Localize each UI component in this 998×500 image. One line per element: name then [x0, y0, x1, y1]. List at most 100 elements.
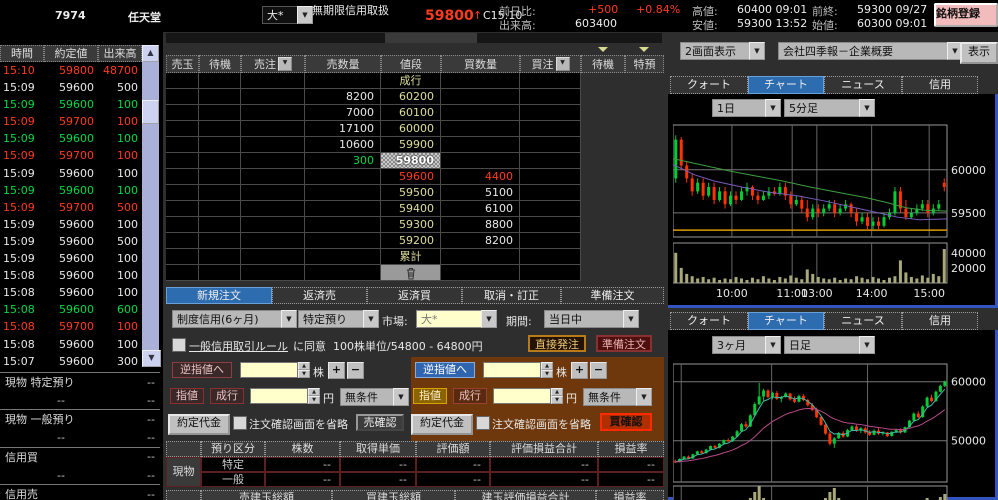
chart2-interval-select[interactable]: 日足 ▼ [784, 336, 875, 354]
buy-qty-cell[interactable] [441, 121, 520, 137]
buy-qty-cell[interactable]: 8800 [441, 217, 520, 233]
order-tab[interactable]: 取消・訂正 [462, 287, 561, 304]
sell-qty-cell[interactable] [305, 185, 381, 201]
chevron-down-icon[interactable]: ▼ [556, 57, 570, 71]
sell-qty-cell[interactable] [305, 249, 381, 265]
col-avg-cost[interactable]: 取得単価 [340, 441, 416, 457]
panel-tab[interactable]: チャート [748, 312, 824, 330]
book-row[interactable]: 10600 59900 [166, 137, 581, 153]
trade-row[interactable]: 15:09 59600 100 [0, 250, 142, 267]
price-cell[interactable]: 60200 [381, 89, 441, 105]
book-row[interactable]: 59400 6100 [166, 201, 581, 217]
buy-confirm-button[interactable]: 買確認 [600, 413, 652, 431]
panel-tab[interactable]: ニュース [824, 312, 902, 330]
chevron-down-icon[interactable]: ▼ [278, 57, 292, 71]
sell-qty-cell[interactable]: 8200 [305, 89, 381, 105]
chevron-down-icon[interactable]: ▼ [859, 99, 875, 117]
sell-price-spinner[interactable]: ▲▼ [308, 388, 320, 404]
sell-limit-button[interactable]: 指値 [170, 388, 204, 404]
sell-qty-spinner[interactable]: ▲▼ [298, 362, 310, 378]
price-cell[interactable]: 60000 [381, 121, 441, 137]
col-sell-positions[interactable]: 売玉 [166, 55, 199, 73]
sell-qty-cell[interactable] [305, 169, 381, 185]
rule-link[interactable]: 一般信用取引ルール [189, 338, 288, 354]
trade-row[interactable]: 15:09 59700 500 [0, 199, 142, 216]
col-shares[interactable]: 株数 [265, 441, 340, 457]
sell-qty-input[interactable] [240, 362, 298, 378]
col-buy-qty[interactable]: 買数量 [441, 55, 520, 73]
book-row[interactable]: 17100 60000 [166, 121, 581, 137]
buy-qty-cell[interactable] [441, 137, 520, 153]
col-open-pl-rate[interactable]: 損益率 [596, 490, 664, 500]
strip-thumb[interactable] [385, 33, 477, 43]
sell-qty-cell[interactable] [305, 73, 381, 89]
col-standby-buy[interactable]: 待機 [581, 55, 625, 73]
sell-exec-amount-button[interactable]: 約定代金 [168, 414, 230, 435]
panel-tab[interactable]: クォート [670, 76, 748, 94]
period-select[interactable]: 当日中 ▼ [544, 310, 639, 328]
chevron-down-icon[interactable]: ▼ [363, 310, 379, 328]
price-cell[interactable]: 59600 [381, 169, 441, 185]
time-sales-scrollbar[interactable]: ▲ ▼ [142, 45, 159, 367]
chevron-down-icon[interactable]: ▼ [393, 388, 409, 406]
buy-qty-cell[interactable]: 5100 [441, 185, 520, 201]
trade-row[interactable]: 15:10 59800 48700 [0, 62, 142, 79]
trade-row[interactable]: 15:08 59600 100 [0, 267, 142, 284]
trade-row[interactable]: 15:09 59600 100 [0, 216, 142, 233]
book-row[interactable]: 7000 60100 [166, 105, 581, 121]
sell-skip-confirm-checkbox[interactable] [233, 416, 247, 430]
register-symbol-button[interactable]: 銘柄登録 [934, 3, 998, 27]
order-tab[interactable]: 新規注文 [166, 287, 272, 304]
sell-qty-cell[interactable] [305, 201, 381, 217]
col-buy-orders[interactable]: 買注▼ [520, 55, 581, 73]
trade-row[interactable]: 15:08 59600 600 [0, 301, 142, 318]
buy-market-button[interactable]: 成行 [453, 388, 487, 404]
order-market-select[interactable]: 大* ▼ [416, 310, 497, 328]
account-select[interactable]: 特定預り ▼ [298, 310, 379, 328]
panel-tab[interactable]: ニュース [824, 76, 902, 94]
col-sell-qty[interactable]: 売数量 [305, 55, 381, 73]
sell-price-input[interactable] [250, 388, 308, 404]
intraday-chart[interactable]: 10:0011:0013:0014:0015:00600005950040000… [673, 123, 995, 303]
buy-qty-cell[interactable]: 8200 [441, 233, 520, 249]
prep-order-button[interactable]: 準備注文 [596, 335, 652, 352]
buy-qty-cell[interactable]: 6100 [441, 201, 520, 217]
price-cell[interactable]: 成行 [381, 73, 441, 89]
trade-row[interactable]: 15:09 59600 100 [0, 165, 142, 182]
sell-market-button[interactable]: 成行 [210, 388, 244, 404]
chevron-down-icon[interactable]: ▼ [481, 310, 497, 328]
price-cell[interactable]: 累計 [381, 249, 441, 265]
col-value[interactable]: 評価額 [416, 441, 490, 457]
sell-stop-button[interactable]: 逆指値へ [172, 362, 232, 378]
chevron-down-icon[interactable]: ▼ [297, 6, 313, 24]
col-pl-rate[interactable]: 損益率 [598, 441, 664, 457]
sell-plus-button[interactable]: + [328, 362, 345, 379]
trade-row[interactable]: 15:09 59600 100 [0, 182, 142, 199]
price-cell[interactable]: 59200 [381, 233, 441, 249]
chevron-down-icon[interactable]: ▼ [623, 310, 639, 328]
buy-stop-button[interactable]: 逆指値へ [415, 362, 475, 378]
col-price[interactable]: 値段 [381, 55, 441, 73]
col-pl-total[interactable]: 評価損益合計 [490, 441, 598, 457]
price-cell[interactable]: 59900 [381, 137, 441, 153]
col-sell-open-total[interactable]: 売建玉総額 [201, 490, 332, 500]
trade-row[interactable]: 15:08 59600 100 [0, 336, 142, 353]
sell-qty-cell[interactable]: 7000 [305, 105, 381, 121]
col-sell-orders[interactable]: 売注▼ [241, 55, 305, 73]
panel-tab[interactable]: チャート [748, 76, 824, 94]
trade-row[interactable]: 15:09 59600 500 [0, 233, 142, 250]
view-mode-select[interactable]: 2画面表示 ▼ [680, 42, 765, 60]
trade-row[interactable]: 15:08 59700 100 [0, 318, 142, 335]
trade-row[interactable]: 15:09 59600 100 [0, 96, 142, 113]
panel-tab[interactable]: クォート [670, 312, 748, 330]
book-row[interactable]: 59200 8200 [166, 233, 581, 249]
book-row[interactable]: 300 59800 [166, 153, 581, 169]
trade-row[interactable]: 15:07 59600 300 [0, 353, 142, 370]
direct-order-button[interactable]: 直接発注 [528, 335, 586, 352]
buy-qty-cell[interactable] [441, 153, 520, 169]
sell-qty-cell[interactable]: 300 [305, 153, 381, 169]
sell-confirm-button[interactable]: 売確認 [356, 414, 404, 431]
col-standby-sell[interactable]: 待機 [199, 55, 241, 73]
book-row[interactable]: 8200 60200 [166, 89, 581, 105]
panel-tab[interactable]: 信用 [902, 76, 978, 94]
